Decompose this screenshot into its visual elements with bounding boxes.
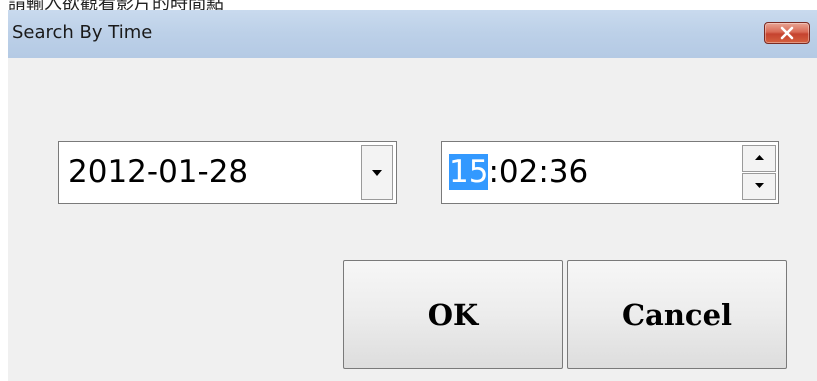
spin-down-button[interactable] [742,173,776,200]
close-button[interactable] [764,22,810,44]
date-combobox[interactable]: 2012-01-28 [58,141,397,204]
search-by-time-dialog: Search By Time 2012-01-28 15:02:36 OK Ca… [8,10,817,381]
time-hour-selected[interactable]: 15 [449,154,489,190]
title-bar[interactable]: Search By Time [8,10,817,58]
background-caption: 請輸入欲觀看影片的時間點 [0,0,817,10]
spin-down-icon [755,183,764,188]
date-dropdown-button[interactable] [361,145,393,200]
chevron-down-icon [372,170,382,176]
close-x-icon [780,26,794,40]
date-value[interactable]: 2012-01-28 [68,154,248,190]
time-spinner[interactable]: 15:02:36 [441,141,779,204]
cancel-button[interactable]: Cancel [567,260,787,369]
background-caption-text: 請輸入欲觀看影片的時間點 [8,0,224,10]
time-value[interactable]: 15:02:36 [449,154,588,190]
spin-up-icon [755,155,764,160]
ok-button[interactable]: OK [343,260,563,369]
dialog-title: Search By Time [12,22,153,43]
spin-up-button[interactable] [742,145,776,172]
time-minutes-seconds[interactable]: :02:36 [488,154,588,190]
